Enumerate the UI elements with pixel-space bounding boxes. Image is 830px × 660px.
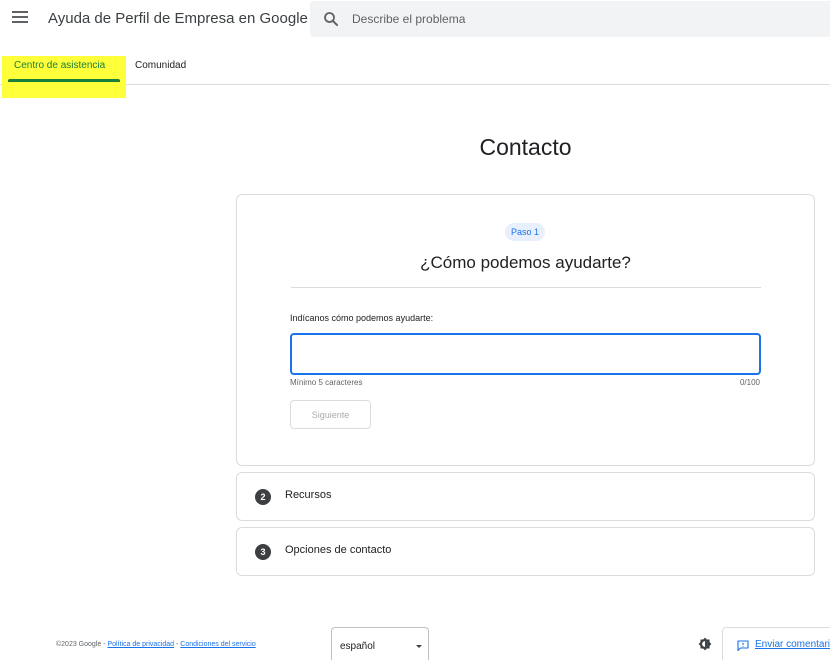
app-header: Ayuda de Perfil de Empresa en Google	[0, 0, 830, 40]
app-title[interactable]: Ayuda de Perfil de Empresa en Google	[48, 10, 308, 27]
send-feedback-label: Enviar comentarios	[755, 639, 830, 650]
send-feedback-button[interactable]: Enviar comentarios	[722, 627, 830, 660]
step-heading: ¿Cómo podemos ayudarte?	[420, 253, 631, 272]
step-3-number: 3	[255, 544, 271, 560]
search-icon[interactable]	[322, 10, 340, 28]
step-2-label: Recursos	[285, 489, 332, 501]
search-box[interactable]	[310, 1, 830, 37]
brightness-icon[interactable]	[698, 637, 712, 651]
min-chars-helper: Mínimo 5 caracteres	[290, 378, 363, 387]
next-button[interactable]: Siguiente	[290, 400, 371, 429]
step-badge: Paso 1	[505, 223, 546, 241]
page-title: Contacto	[479, 134, 572, 160]
step-3-card[interactable]: 3 Opciones de contacto	[236, 527, 815, 576]
copyright-text: ©2023 Google	[56, 641, 102, 648]
language-value: español	[340, 641, 376, 652]
search-input[interactable]	[352, 1, 822, 37]
terms-of-service-link[interactable]: Condiciones del servicio	[180, 641, 255, 648]
divider	[291, 287, 761, 288]
tab-centro-de-asistencia[interactable]: Centro de asistencia	[14, 60, 105, 71]
privacy-policy-link[interactable]: Política de privacidad	[107, 641, 174, 648]
language-select[interactable]: español	[331, 627, 429, 660]
feedback-icon	[737, 640, 749, 651]
step-3-label: Opciones de contacto	[285, 544, 392, 556]
step-2-number: 2	[255, 489, 271, 505]
step-1-card: Paso 1 ¿Cómo podemos ayudarte? Indícanos…	[236, 194, 815, 466]
footer-legal: ©2023 Google - Política de privacidad - …	[56, 641, 256, 648]
description-field-label: Indícanos cómo podemos ayudarte:	[290, 313, 434, 323]
char-counter: 0/100	[739, 378, 760, 387]
hamburger-menu-icon[interactable]	[12, 11, 28, 27]
nav-tabs: Centro de asistencia Comunidad	[0, 52, 830, 98]
description-input[interactable]	[290, 333, 761, 375]
chevron-down-icon	[416, 645, 422, 648]
step-2-card[interactable]: 2 Recursos	[236, 472, 815, 521]
tab-comunidad[interactable]: Comunidad	[135, 60, 186, 71]
active-tab-indicator	[8, 79, 120, 82]
